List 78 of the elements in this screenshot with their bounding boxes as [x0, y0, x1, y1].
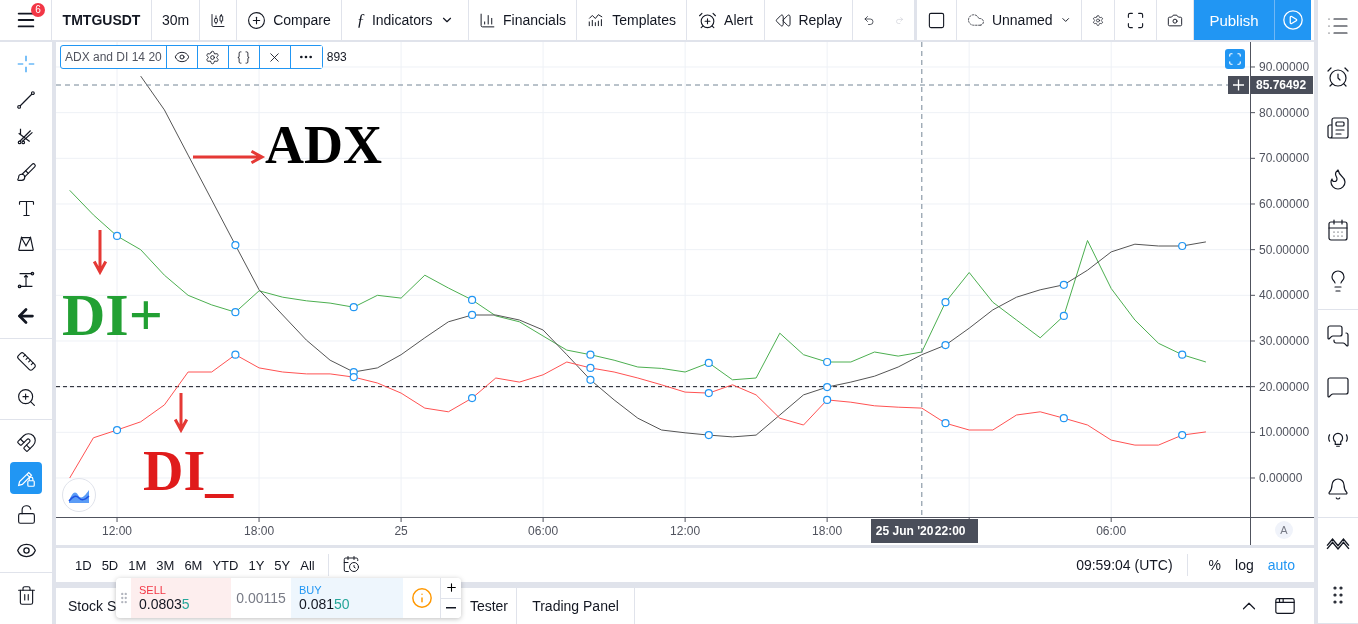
- trash-icon: [15, 584, 37, 606]
- price-label: 70.00000: [1259, 151, 1310, 166]
- braces-icon: [236, 49, 252, 65]
- series-label: ADX: [265, 115, 382, 175]
- zoom-in-icon: [15, 386, 37, 408]
- price-label: 20.00000: [1259, 379, 1310, 394]
- plus-circle-icon: [247, 10, 267, 30]
- auto-scale-button[interactable]: A: [1275, 521, 1293, 539]
- calendar-icon: [341, 554, 360, 573]
- plus-icon: [444, 581, 458, 595]
- maximize-panel-icon[interactable]: [1274, 595, 1296, 617]
- series-label: DI+: [62, 282, 163, 348]
- price-label: 40.00000: [1259, 288, 1310, 303]
- range-button[interactable]: 1Y: [243, 557, 270, 573]
- fullscreen-icon: [1126, 10, 1145, 30]
- brush-icon: [15, 161, 37, 183]
- price-label: 50.00000: [1259, 242, 1310, 257]
- settings-icon: [205, 49, 221, 65]
- crosshair-price-label: 85.76492: [1251, 76, 1313, 94]
- time-label: 06:00: [528, 524, 559, 538]
- notification-badge: 6: [31, 3, 45, 17]
- time-label: 12:00: [102, 524, 133, 538]
- eye-icon: [173, 49, 190, 65]
- indicator-title: ADX and DI 14 20: [61, 46, 167, 68]
- minus-button[interactable]: [441, 598, 461, 618]
- range-button[interactable]: 6M: [179, 557, 208, 573]
- series-label: DI_: [143, 440, 234, 502]
- clock-label: 09:59:04 (UTC): [1076, 557, 1173, 573]
- range-button[interactable]: YTD: [207, 557, 244, 573]
- bell-icon: [1326, 477, 1350, 501]
- price-label: 80.00000: [1259, 105, 1310, 120]
- crosshair-time-label: 22:00: [934, 519, 978, 543]
- square-icon: [927, 10, 946, 30]
- range-button[interactable]: 1D: [70, 557, 97, 573]
- range-button[interactable]: 5D: [96, 557, 124, 573]
- time-label: 12:00: [670, 524, 701, 538]
- range-button[interactable]: 1M: [123, 557, 152, 573]
- indicator-value: 893: [326, 50, 347, 64]
- time-label: 18:00: [812, 524, 843, 538]
- news-icon: [1326, 116, 1350, 140]
- scale-toggle[interactable]: log: [1228, 557, 1261, 573]
- calendar-icon: [1326, 218, 1350, 242]
- ruler-icon: [15, 350, 37, 372]
- arrow: [173, 391, 189, 434]
- buy-button[interactable]: BUY 0.08150: [291, 578, 403, 618]
- alarm-plus-icon: [698, 10, 718, 30]
- unlock-icon: [15, 503, 37, 525]
- function-icon: ƒ: [356, 10, 365, 30]
- chat-icon: [1326, 375, 1350, 399]
- spread-value: 0.00115: [235, 589, 287, 608]
- crosshair-icon: [15, 53, 37, 75]
- time-label: 25: [394, 524, 408, 538]
- time-label: 18:00: [244, 524, 275, 538]
- price-label: 90.00000: [1259, 60, 1310, 74]
- range-button[interactable]: All: [295, 557, 320, 573]
- arrow: [92, 228, 108, 276]
- trend-line-icon: [15, 89, 37, 111]
- minus-icon: [446, 607, 456, 610]
- play-button[interactable]: [1275, 0, 1311, 40]
- logo-button[interactable]: [62, 478, 96, 512]
- fit-icon: [1228, 52, 1242, 66]
- price-label: 0.00000: [1259, 471, 1303, 485]
- play-icon: [1282, 9, 1304, 31]
- projection-icon: [15, 269, 37, 291]
- time-label: 06:00: [1096, 524, 1127, 538]
- chats-icon: [1326, 324, 1350, 348]
- magnet-icon: [15, 431, 37, 453]
- zigzag-icon: [1326, 538, 1350, 550]
- sell-button[interactable]: SELL 0.08035: [131, 578, 231, 618]
- price-label: 60.00000: [1259, 197, 1310, 211]
- range-button[interactable]: 5Y: [269, 557, 296, 573]
- alarm-clock-icon: [1326, 65, 1350, 89]
- price-label: 30.00000: [1259, 334, 1310, 348]
- info-icon: [410, 587, 433, 609]
- plus-button[interactable]: [441, 578, 461, 599]
- price-label: 10.00000: [1259, 425, 1310, 440]
- range-button[interactable]: 3M: [151, 557, 180, 573]
- scale-toggle[interactable]: %: [1201, 557, 1229, 573]
